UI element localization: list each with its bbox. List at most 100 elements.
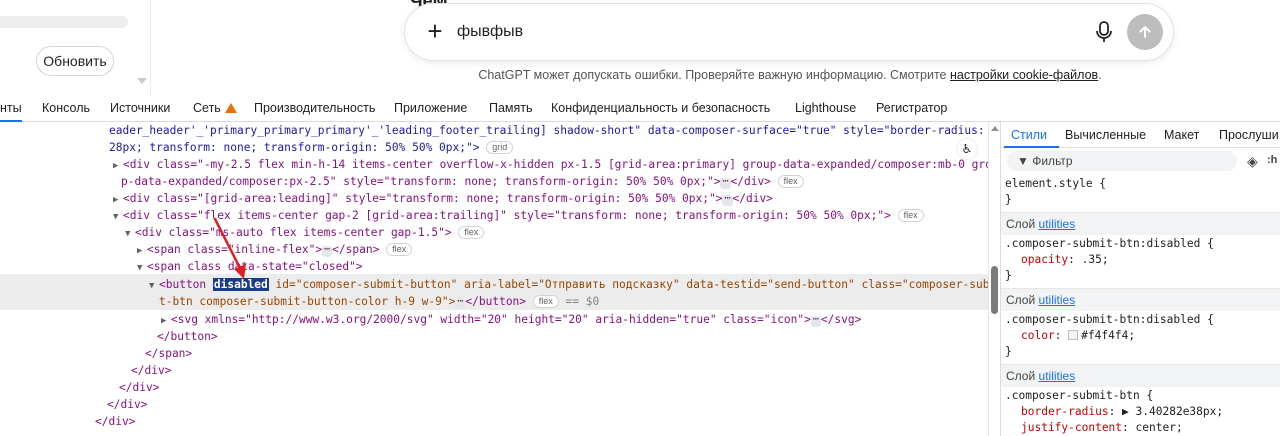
tab-lighthouse[interactable]: Lighthouse — [795, 96, 856, 122]
dom-text: eader_header'_'primary_primary_primary'_… — [109, 124, 985, 137]
elements-scrollbar[interactable] — [988, 122, 1000, 436]
tab-recorder[interactable]: Регистратор — [876, 96, 947, 122]
layer-header: Слой utilities — [1001, 365, 1280, 387]
dom-line[interactable]: ▶ <div class="-my-2.5 flex min-h-14 items… — [113, 156, 1099, 173]
css-value[interactable]: #f4f4f4; — [1081, 329, 1135, 342]
layer-link[interactable]: utilities — [1039, 293, 1076, 307]
css-declaration[interactable]: color: #f4f4f4; — [1021, 329, 1135, 342]
dom-line[interactable]: ▼ <div class="flex items-center gap-2 [gr… — [113, 207, 1099, 224]
tab-console[interactable]: Консоль — [42, 96, 90, 122]
flex-badge[interactable]: flex — [532, 295, 559, 308]
tab-sources[interactable]: Источники — [110, 96, 170, 122]
selected-attribute[interactable]: disabled — [212, 278, 269, 291]
dom-line[interactable]: </div> — [131, 362, 1117, 379]
hover-toggle[interactable]: :h — [1267, 154, 1277, 166]
flex-badge[interactable]: flex — [386, 243, 413, 256]
accessibility-icon[interactable]: ♿ — [956, 138, 978, 160]
dom-line[interactable]: ▶ <div class="[grid-area:leading]" style=… — [113, 190, 1099, 207]
dom-line[interactable]: 28px; transform: none; transform-origin:… — [109, 139, 1095, 156]
rule-selector[interactable]: .composer-submit-btn:disabled { — [1005, 237, 1214, 250]
layer-link[interactable]: utilities — [1039, 217, 1076, 231]
dom-line[interactable]: ▼ <div class="ms-auto flex items-center g… — [125, 224, 1111, 241]
dom-line[interactable]: eader_header'_'primary_primary_primary'_… — [109, 122, 1095, 139]
layer-header: Слой utilities — [1001, 213, 1280, 235]
tab-privacy-security[interactable]: Конфиденциальность и безопасность — [551, 96, 770, 122]
tab-network[interactable]: Сеть — [193, 96, 237, 122]
flex-badge[interactable]: flex — [777, 175, 804, 188]
css-value[interactable]: 3.40282e38px; — [1136, 405, 1224, 418]
collapse-triangle-icon[interactable]: ▼ — [113, 209, 123, 224]
flex-badge[interactable]: flex — [458, 226, 485, 239]
tab-memory[interactable]: Память — [489, 96, 533, 122]
ellipsis-button[interactable]: ⋯ — [810, 315, 821, 327]
dom-line[interactable]: ▼ <span class data-state="closed"> — [137, 258, 1123, 275]
expand-triangle-icon[interactable]: ▶ — [161, 313, 171, 328]
collapse-triangle-icon[interactable]: ▼ — [149, 278, 159, 293]
dom-text: </div> — [107, 398, 148, 411]
css-declaration[interactable]: justify-content: center; — [1021, 421, 1183, 434]
collapse-triangle-icon[interactable]: ▼ — [137, 260, 147, 275]
css-property[interactable]: justify-content — [1021, 421, 1122, 434]
tab-computed[interactable]: Вычисленные — [1065, 128, 1146, 142]
dom-line[interactable]: </div> — [119, 379, 1105, 396]
css-property[interactable]: border-radius — [1021, 405, 1109, 418]
tab-elements[interactable]: нты — [0, 96, 22, 122]
dom-text: <svg xmlns="http://www.w3.org/2000/svg" … — [171, 313, 811, 326]
devtools-tabbar: нты Консоль Источники Сеть Производитель… — [0, 96, 1280, 122]
microphone-icon[interactable] — [1093, 20, 1115, 44]
disclaimer: ChatGPT может допускать ошибки. Проверяй… — [0, 68, 1280, 82]
expand-triangle-icon[interactable]: ▶ — [1122, 405, 1129, 418]
plus-icon[interactable]: + — [423, 18, 447, 44]
color-swatch-icon[interactable] — [1068, 330, 1079, 340]
ellipsis-button[interactable]: ⋯ — [455, 297, 466, 309]
dom-text: </div> — [730, 175, 771, 188]
tab-performance[interactable]: Производительность — [254, 96, 375, 122]
tab-layout[interactable]: Макет — [1164, 128, 1199, 142]
dom-text: </span> — [332, 243, 380, 256]
css-value[interactable]: center; — [1136, 421, 1183, 434]
expand-triangle-icon[interactable]: ▶ — [113, 158, 123, 173]
expand-triangle-icon[interactable]: ▶ — [137, 243, 147, 258]
css-declaration[interactable]: opacity: .35; — [1021, 253, 1109, 266]
layer-link[interactable]: utilities — [1039, 369, 1076, 383]
tab-styles[interactable]: Стили — [1011, 128, 1047, 142]
dom-line[interactable]: ▶ <span class="inline-flex"> ⋯ </span> flex — [137, 241, 1123, 258]
styles-filter-input[interactable]: ▼ Фильтр — [1007, 151, 1237, 171]
dom-text: <div class="[grid-area:leading]" style="… — [123, 192, 723, 205]
dom-line[interactable]: p-data-expanded/composer:px-2.5" style="… — [121, 173, 1107, 190]
active-tab-indicator — [1004, 146, 1059, 148]
css-value[interactable]: .35; — [1082, 253, 1109, 266]
dom-text: p-data-expanded/composer:px-2.5" style="… — [121, 175, 721, 188]
composer-text[interactable]: фывфыв — [457, 23, 523, 41]
disclaimer-text: ChatGPT может допускать ошибки. Проверяй… — [478, 68, 947, 82]
ellipsis-button[interactable]: ⋯ — [322, 245, 333, 257]
tab-application[interactable]: Приложение — [394, 96, 467, 122]
rule-selector[interactable]: .composer-submit-btn:disabled { — [1005, 313, 1214, 326]
dom-line[interactable]: </span> — [145, 345, 1131, 362]
collapse-triangle-icon[interactable]: ▼ — [125, 226, 135, 241]
css-property[interactable]: color — [1021, 329, 1055, 342]
css-property[interactable]: opacity — [1021, 253, 1068, 266]
ellipsis-button[interactable]: ⋯ — [722, 194, 733, 206]
layers-icon[interactable]: ◈ — [1247, 153, 1258, 170]
cookie-settings-link[interactable]: настройки cookie-файлов — [950, 68, 1098, 82]
rule-close: } — [1005, 193, 1012, 206]
expand-triangle-icon[interactable]: ▶ — [113, 192, 123, 207]
send-button[interactable] — [1127, 14, 1163, 50]
scrollbar-thumb[interactable] — [991, 266, 998, 314]
grid-badge[interactable]: grid — [486, 141, 514, 154]
rule-selector[interactable]: .composer-submit-btn { — [1005, 389, 1153, 402]
ellipsis-button[interactable]: ⋯ — [720, 177, 731, 189]
styles-tabbar: Стили Вычисленные Макет Прослуши — [1001, 122, 1280, 148]
tab-event-listeners[interactable]: Прослуши — [1219, 128, 1279, 142]
flex-badge[interactable]: flex — [897, 209, 924, 222]
dom-line[interactable]: </div> — [107, 396, 1093, 413]
elements-panel: eader_header'_'primary_primary_primary'_… — [0, 122, 1003, 436]
dom-text: </div> — [119, 381, 160, 394]
composer-input-box[interactable]: + фывфыв — [404, 3, 1174, 61]
element-style-selector: element.style { — [1005, 177, 1107, 190]
dom-line[interactable]: </div> — [95, 413, 1081, 430]
dom-text: </svg> — [820, 313, 862, 326]
css-declaration[interactable]: border-radius: ▶ 3.40282e38px; — [1021, 405, 1223, 418]
scroll-up-arrow-icon[interactable] — [991, 126, 999, 131]
